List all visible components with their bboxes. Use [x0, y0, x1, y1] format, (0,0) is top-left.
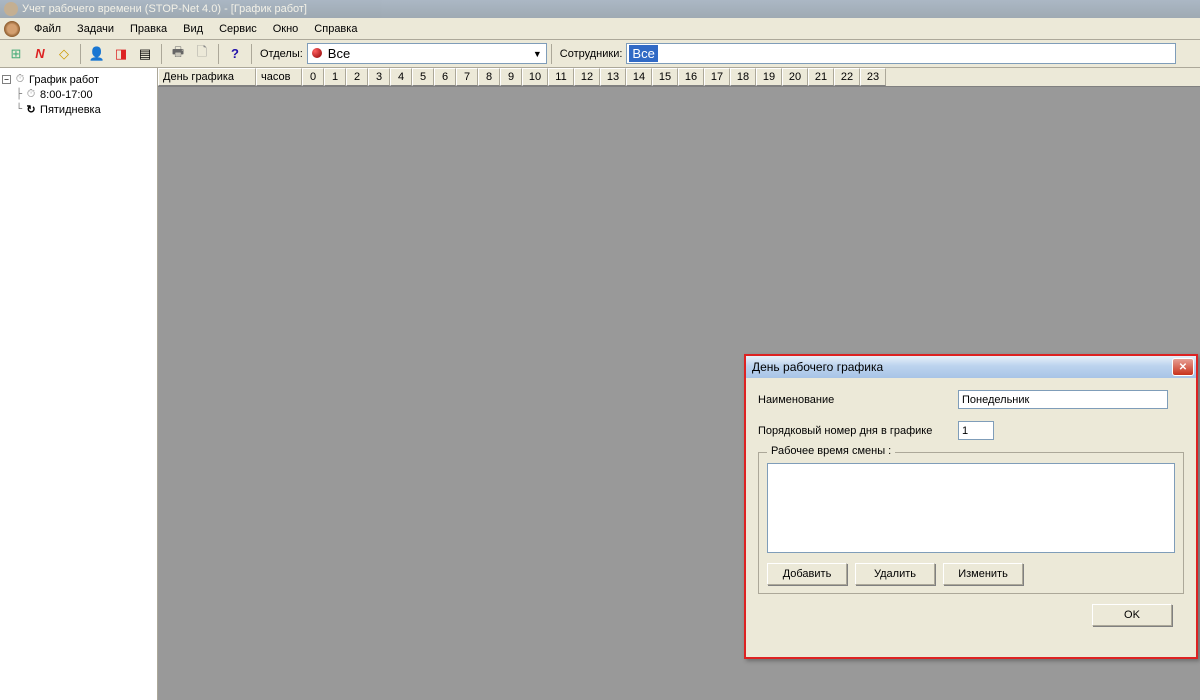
button-row: Добавить Удалить Изменить — [767, 563, 1175, 585]
menu-file[interactable]: Файл — [26, 21, 69, 37]
tree-root[interactable]: − ⏱ График работ — [2, 72, 155, 87]
col-h19[interactable]: 19 — [756, 68, 782, 86]
root-label: График работ — [29, 74, 99, 86]
menu-bar: Файл Задачи Правка Вид Сервис Окно Справ… — [0, 18, 1200, 40]
emp-value: Все — [629, 45, 657, 62]
cycle-icon: ↻ — [24, 103, 38, 116]
col-h17[interactable]: 17 — [704, 68, 730, 86]
order-label: Порядковый номер дня в графике — [758, 425, 958, 437]
col-day[interactable]: День графика — [158, 68, 256, 86]
name-row: Наименование — [758, 390, 1184, 409]
separator — [251, 44, 252, 64]
dialog-body: Наименование Порядковый номер дня в граф… — [746, 378, 1196, 634]
col-h22[interactable]: 22 — [834, 68, 860, 86]
separator — [551, 44, 552, 64]
card-icon[interactable]: ▤ — [135, 44, 155, 64]
menu-view[interactable]: Вид — [175, 21, 211, 37]
menu-help[interactable]: Справка — [306, 21, 365, 37]
red-dot-icon — [312, 48, 322, 58]
emp-label: Сотрудники: — [556, 48, 627, 60]
col-h4[interactable]: 4 — [390, 68, 412, 86]
separator — [80, 44, 81, 64]
tree-icon[interactable]: ⊞ — [6, 44, 26, 64]
child-label: 8:00-17:00 — [40, 89, 93, 101]
employee-field[interactable]: Все — [626, 43, 1176, 64]
col-h6[interactable]: 6 — [434, 68, 456, 86]
ok-button[interactable]: OK — [1092, 604, 1172, 626]
chart-icon[interactable]: N — [30, 44, 50, 64]
separator — [218, 44, 219, 64]
col-h21[interactable]: 21 — [808, 68, 834, 86]
collapse-icon[interactable]: − — [2, 75, 11, 84]
app-icon — [4, 2, 18, 16]
menu-edit[interactable]: Правка — [122, 21, 175, 37]
dialog-title-bar[interactable]: День рабочего графика ✕ — [746, 356, 1196, 378]
col-h18[interactable]: 18 — [730, 68, 756, 86]
tree-line: └ — [16, 104, 22, 115]
shift-fieldset: Рабочее время смены : Добавить Удалить И… — [758, 452, 1184, 594]
title-bar: Учет рабочего времени (STOP-Net 4.0) - [… — [0, 0, 1200, 18]
col-h23[interactable]: 23 — [860, 68, 886, 86]
window-title: Учет рабочего времени (STOP-Net 4.0) - [… — [22, 3, 307, 15]
clock-icon: ⏱ — [24, 88, 38, 101]
toolbar: ⊞ N ◇ 👤 ◨ ▤ 🖶 🗋 ? Отделы: Все ▼ Сотрудни… — [0, 40, 1200, 68]
separator — [161, 44, 162, 64]
col-hours[interactable]: часов — [256, 68, 302, 86]
col-h5[interactable]: 5 — [412, 68, 434, 86]
col-h14[interactable]: 14 — [626, 68, 652, 86]
col-h15[interactable]: 15 — [652, 68, 678, 86]
col-h12[interactable]: 12 — [574, 68, 600, 86]
dept-combo[interactable]: Все ▼ — [307, 43, 547, 64]
dialog-title: День рабочего графика — [752, 360, 883, 374]
name-input[interactable] — [958, 390, 1168, 409]
schedule-icon: ⏱ — [13, 73, 27, 86]
menu-service[interactable]: Сервис — [211, 21, 265, 37]
add-button[interactable]: Добавить — [767, 563, 847, 585]
col-h1[interactable]: 1 — [324, 68, 346, 86]
chevron-down-icon: ▼ — [533, 49, 542, 59]
col-h3[interactable]: 3 — [368, 68, 390, 86]
order-row: Порядковый номер дня в графике — [758, 421, 1184, 440]
col-h7[interactable]: 7 — [456, 68, 478, 86]
dept-label: Отделы: — [256, 48, 307, 60]
menu-tasks[interactable]: Задачи — [69, 21, 122, 37]
dept-value: Все — [328, 46, 350, 61]
close-button[interactable]: ✕ — [1172, 358, 1194, 376]
tree-child[interactable]: ├ ⏱ 8:00-17:00 — [2, 87, 155, 102]
order-input[interactable] — [958, 421, 994, 440]
ok-row: OK — [758, 594, 1184, 626]
delete-button[interactable]: Удалить — [855, 563, 935, 585]
col-h10[interactable]: 10 — [522, 68, 548, 86]
notes-icon[interactable]: ◇ — [54, 44, 74, 64]
col-h11[interactable]: 11 — [548, 68, 574, 86]
col-h8[interactable]: 8 — [478, 68, 500, 86]
menu-window[interactable]: Окно — [265, 21, 307, 37]
close-icon: ✕ — [1179, 362, 1187, 373]
tree-line: ├ — [16, 89, 22, 100]
print-icon[interactable]: 🖶 — [168, 44, 188, 64]
col-h2[interactable]: 2 — [346, 68, 368, 86]
col-h16[interactable]: 16 — [678, 68, 704, 86]
structure-icon[interactable]: ◨ — [111, 44, 131, 64]
day-dialog: День рабочего графика ✕ Наименование Пор… — [744, 354, 1198, 659]
col-h9[interactable]: 9 — [500, 68, 522, 86]
tree-pane: − ⏱ График работ ├ ⏱ 8:00-17:00 └ ↻ Пяти… — [0, 68, 158, 700]
name-label: Наименование — [758, 394, 958, 406]
person-icon[interactable]: 👤 — [87, 44, 107, 64]
tree-child[interactable]: └ ↻ Пятидневка — [2, 102, 155, 117]
grid-header: День графика часов 0 1 2 3 4 5 6 7 8 9 1… — [158, 68, 1200, 87]
col-h20[interactable]: 20 — [782, 68, 808, 86]
edit-button[interactable]: Изменить — [943, 563, 1023, 585]
col-h13[interactable]: 13 — [600, 68, 626, 86]
child-label: Пятидневка — [40, 104, 101, 116]
shift-listbox[interactable] — [767, 463, 1175, 553]
shift-legend: Рабочее время смены : — [767, 445, 895, 457]
app-menu-icon — [4, 21, 20, 37]
preview-icon[interactable]: 🗋 — [192, 44, 212, 64]
help-icon[interactable]: ? — [225, 44, 245, 64]
col-h0[interactable]: 0 — [302, 68, 324, 86]
